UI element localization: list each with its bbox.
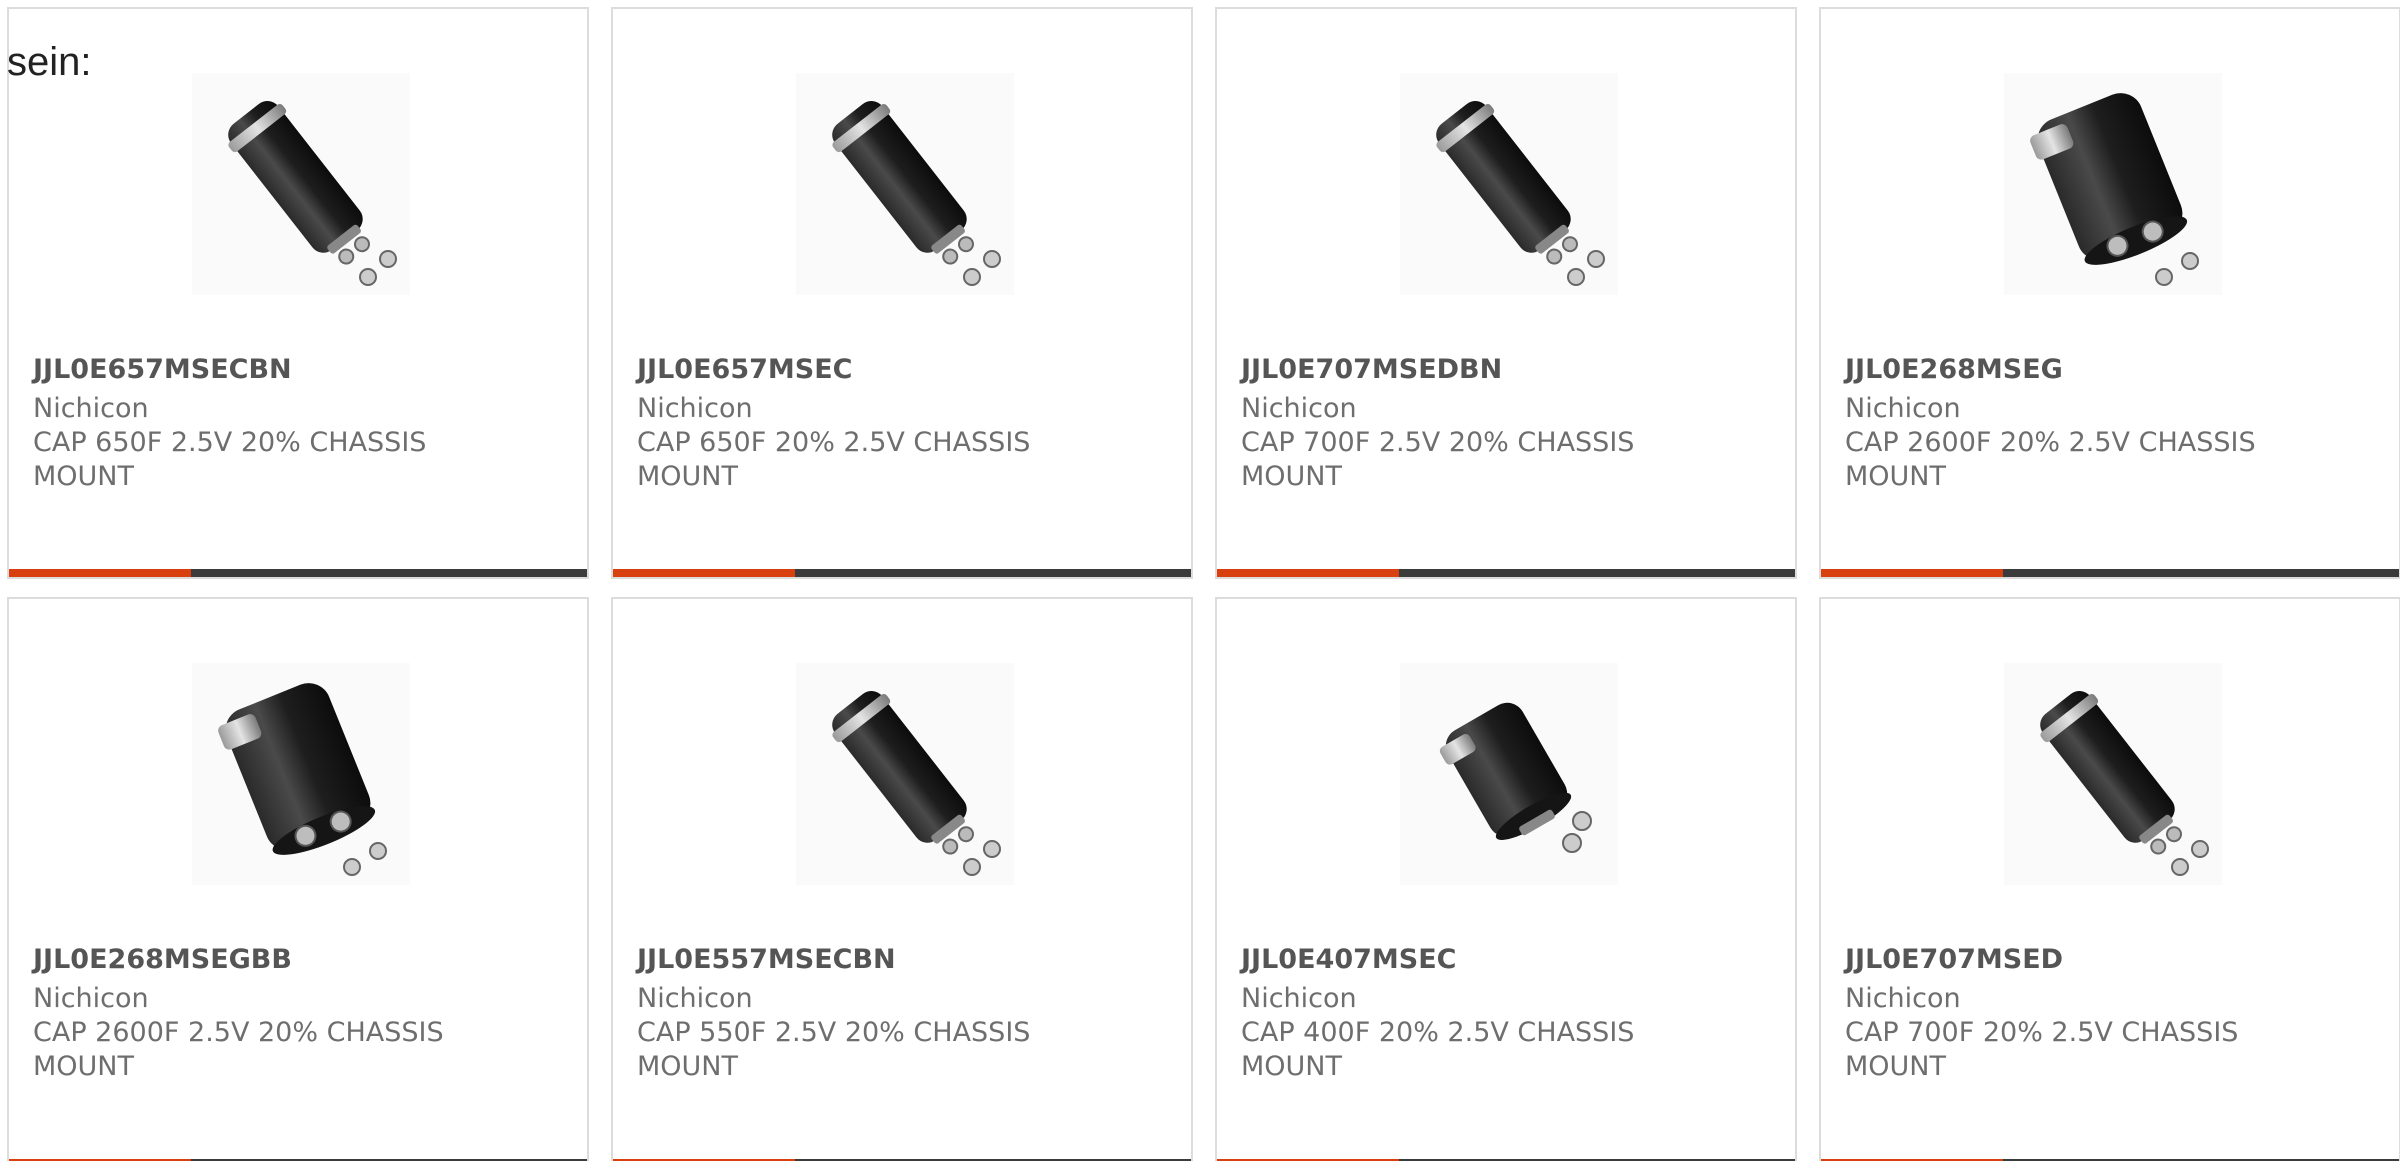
product-description: CAP 650F 20% 2.5V CHASSIS MOUNT <box>637 427 1031 492</box>
product-card[interactable]: JJL0E557MSECBN Nichicon CAP 550F 2.5V 20… <box>611 597 1193 1161</box>
product-description: CAP 2600F 20% 2.5V CHASSIS MOUNT <box>1845 427 2256 492</box>
product-card[interactable]: JJL0E268MSEG Nichicon CAP 2600F 20% 2.5V… <box>1819 7 2400 579</box>
card-footer-bar <box>613 569 1191 577</box>
intro-text: sein: <box>7 40 92 84</box>
product-card[interactable]: JJL0E657MSECBN Nichicon CAP 650F 2.5V 20… <box>7 7 589 579</box>
product-description: CAP 700F 2.5V 20% CHASSIS MOUNT <box>1241 427 1635 492</box>
manufacturer: Nichicon <box>33 393 149 424</box>
part-number[interactable]: JJL0E707MSEDBN <box>1241 353 1502 387</box>
manufacturer: Nichicon <box>637 393 753 424</box>
part-number[interactable]: JJL0E657MSEC <box>637 353 852 387</box>
part-number[interactable]: JJL0E657MSECBN <box>33 353 292 387</box>
capacitor-short-icon <box>1400 663 1618 885</box>
manufacturer: Nichicon <box>33 983 149 1014</box>
accent-bar <box>1217 569 1399 577</box>
accent-bar <box>9 569 191 577</box>
product-card[interactable]: JJL0E657MSEC Nichicon CAP 650F 20% 2.5V … <box>611 7 1193 579</box>
card-footer-bar <box>9 569 587 577</box>
product-description: CAP 400F 20% 2.5V CHASSIS MOUNT <box>1241 1017 1635 1082</box>
manufacturer: Nichicon <box>1845 983 1961 1014</box>
part-number[interactable]: JJL0E268MSEG <box>1845 353 2063 387</box>
product-card[interactable]: JJL0E268MSEGBB Nichicon CAP 2600F 2.5V 2… <box>7 597 589 1161</box>
manufacturer: Nichicon <box>1241 983 1357 1014</box>
manufacturer: Nichicon <box>1241 393 1357 424</box>
capacitor-large-icon <box>2004 73 2222 295</box>
product-card[interactable]: JJL0E707MSED Nichicon CAP 700F 20% 2.5V … <box>1819 597 2400 1161</box>
capacitor-angled-icon <box>192 73 410 295</box>
part-number[interactable]: JJL0E557MSECBN <box>637 943 896 977</box>
product-card[interactable]: JJL0E407MSEC Nichicon CAP 400F 20% 2.5V … <box>1215 597 1797 1161</box>
capacitor-angled-icon <box>2004 663 2222 885</box>
capacitor-angled-icon <box>796 663 1014 885</box>
product-grid: JJL0E657MSECBN Nichicon CAP 650F 2.5V 20… <box>0 0 2400 1161</box>
accent-bar <box>1821 569 2003 577</box>
card-footer-bar <box>1217 569 1795 577</box>
product-description: CAP 700F 20% 2.5V CHASSIS MOUNT <box>1845 1017 2239 1082</box>
product-description: CAP 2600F 2.5V 20% CHASSIS MOUNT <box>33 1017 444 1082</box>
part-number[interactable]: JJL0E268MSEGBB <box>33 943 292 977</box>
accent-bar <box>613 569 795 577</box>
part-number[interactable]: JJL0E407MSEC <box>1241 943 1456 977</box>
card-footer-bar <box>1821 569 2399 577</box>
product-card[interactable]: JJL0E707MSEDBN Nichicon CAP 700F 2.5V 20… <box>1215 7 1797 579</box>
part-number[interactable]: JJL0E707MSED <box>1845 943 2063 977</box>
product-description: CAP 650F 2.5V 20% CHASSIS MOUNT <box>33 427 427 492</box>
capacitor-large-icon <box>192 663 410 885</box>
product-description: CAP 550F 2.5V 20% CHASSIS MOUNT <box>637 1017 1031 1082</box>
manufacturer: Nichicon <box>637 983 753 1014</box>
capacitor-angled-icon <box>796 73 1014 295</box>
manufacturer: Nichicon <box>1845 393 1961 424</box>
capacitor-angled-icon <box>1400 73 1618 295</box>
